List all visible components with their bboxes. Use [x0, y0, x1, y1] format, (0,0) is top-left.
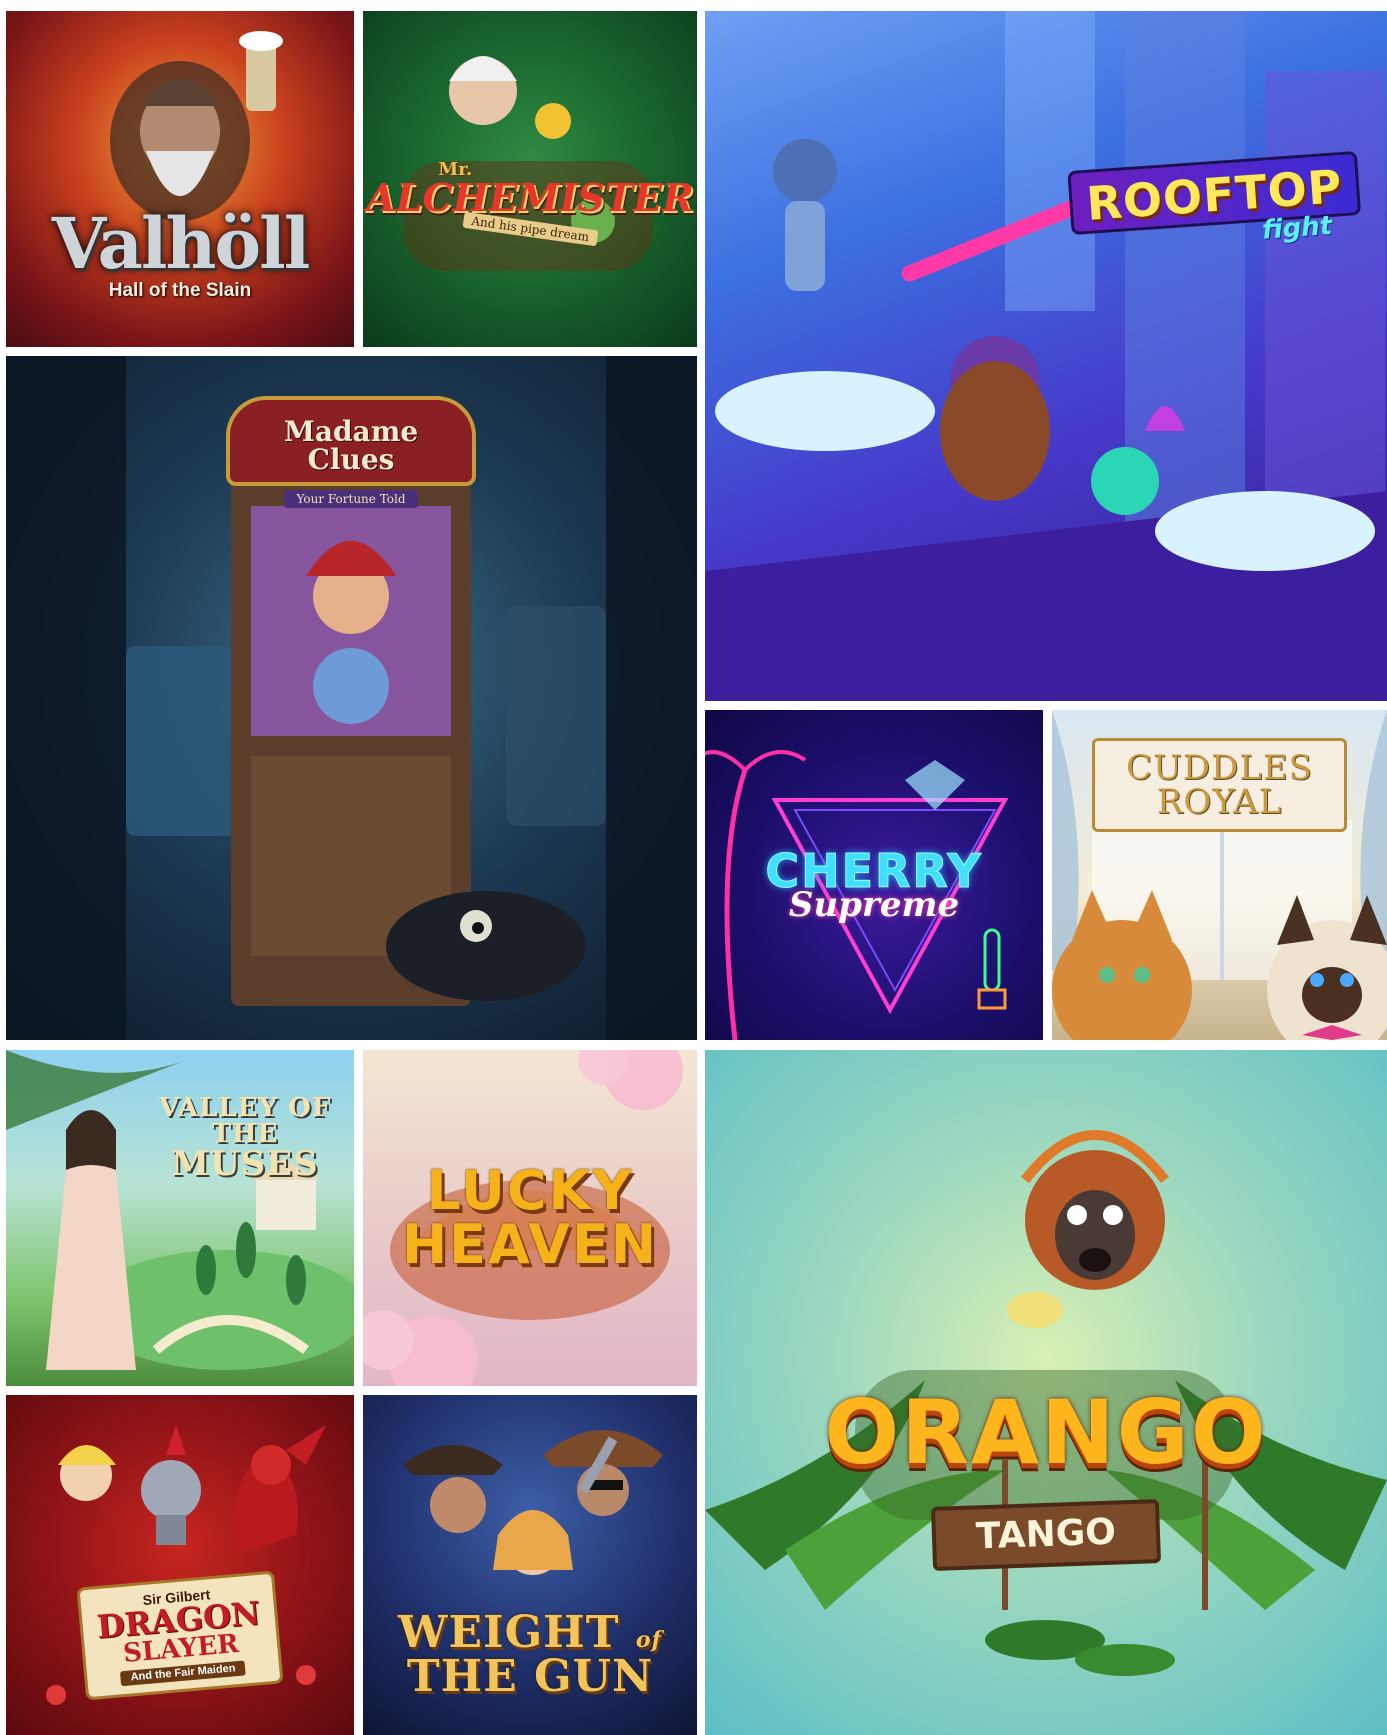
game-tile-madame-clues[interactable]: Madame Clues Your Fortune Told [6, 356, 697, 1040]
alchemister-logo: Mr. ALCHEMISTER And his pipe dream [366, 161, 694, 247]
alchemister-title: ALCHEMISTER [366, 175, 694, 220]
valholl-logo: Valhöll Hall of the Slain [51, 201, 311, 300]
game-tile-rooftop-fight[interactable]: ROOFTOP fight [705, 11, 1387, 701]
valholl-title: Valhöll [51, 201, 311, 285]
game-tile-valholl[interactable]: Valhöll Hall of the Slain [6, 11, 354, 347]
lucky-title-line2: HEAVEN [401, 1213, 659, 1276]
madame-subtitle: Your Fortune Told [284, 490, 418, 508]
madame-title: Madame Clues [226, 396, 476, 486]
lucky-logo: LUCKY HEAVEN [402, 1164, 658, 1272]
cuddles-title-line1: CUDDLES [1126, 748, 1313, 788]
orango-title: ORANGO [824, 1380, 1268, 1484]
game-tile-cherry-supreme[interactable]: CHERRY Supreme [705, 710, 1043, 1040]
madame-logo: Madame Clues Your Fortune Told [226, 396, 476, 508]
game-tile-alchemister[interactable]: Mr. ALCHEMISTER And his pipe dream [363, 11, 697, 347]
game-tile-lucky-heaven[interactable]: LUCKY HEAVEN [363, 1050, 697, 1386]
lucky-title-line1: LUCKY [426, 1159, 634, 1222]
dragon-logo: Sir Gilbert DRAGON SLAYER And the Fair M… [76, 1570, 284, 1700]
orango-logo: ORANGO TANGO [824, 1380, 1268, 1571]
valley-title-line2: MUSES [171, 1144, 319, 1184]
rooftop-artwork [705, 11, 1387, 701]
weight-title-line1: WEIGHT of [398, 1611, 662, 1655]
game-tile-orango-tango[interactable]: ORANGO TANGO [705, 1050, 1387, 1735]
game-tile-weight-of-the-gun[interactable]: WEIGHT of THE GUN [363, 1395, 697, 1735]
cherry-logo: CHERRY Supreme [765, 828, 982, 925]
cuddles-logo: CUDDLES ROYAL [1092, 738, 1347, 832]
orango-subtitle: TANGO [930, 1498, 1162, 1571]
game-tile-valley-of-the-muses[interactable]: VALLEY OF THE MUSES [6, 1050, 354, 1386]
weight-title-line2: THE GUN [406, 1651, 654, 1702]
weight-logo: WEIGHT of THE GUN [398, 1611, 662, 1699]
valley-title-line1: VALLEY OF THE [158, 1093, 332, 1149]
game-tile-dragon-slayer[interactable]: Sir Gilbert DRAGON SLAYER And the Fair M… [6, 1395, 354, 1735]
cuddles-title-line2: ROYAL [1156, 782, 1283, 822]
cherry-subtitle: Supreme [788, 885, 960, 925]
valley-logo: VALLEY OF THE MUSES [136, 1095, 354, 1181]
weight-title-of: of [635, 1627, 662, 1653]
game-tile-cuddles-royal[interactable]: CUDDLES ROYAL [1052, 710, 1387, 1040]
